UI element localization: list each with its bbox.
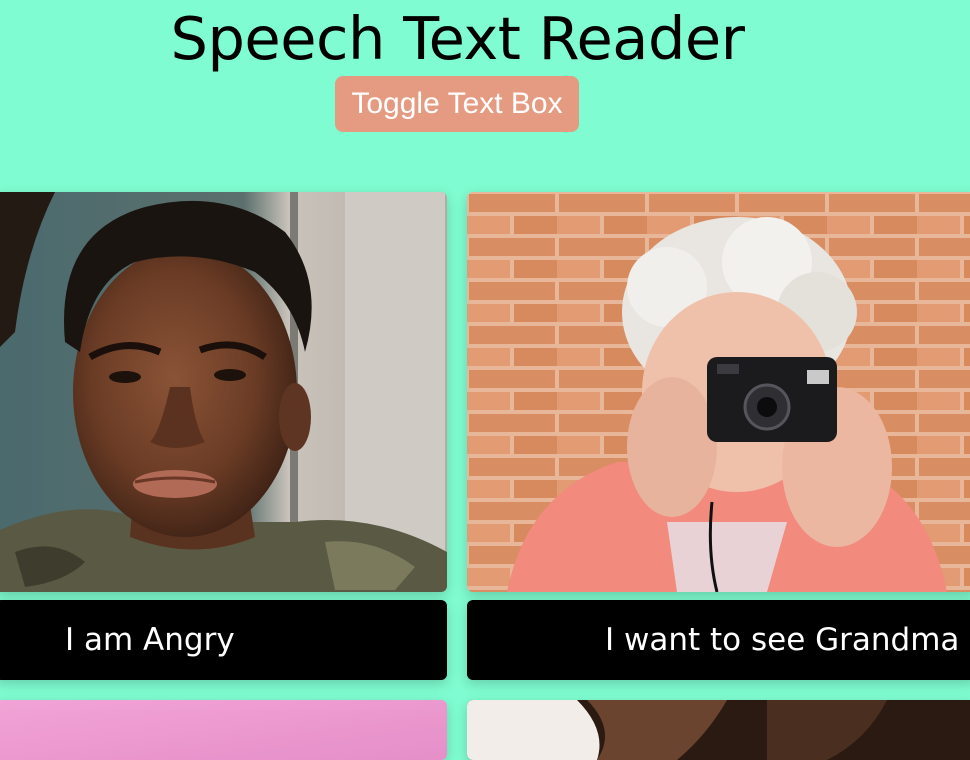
image-card-grandma[interactable]: [467, 192, 970, 592]
image-card-angry[interactable]: [0, 192, 447, 592]
image-card-4[interactable]: [467, 700, 970, 760]
face-closeup-photo: [467, 700, 970, 760]
caption-text: I am Angry: [65, 622, 235, 658]
caption-text: I want to see Grandma: [605, 622, 960, 658]
caption-grandma[interactable]: I want to see Grandma: [467, 600, 970, 680]
caption-angry[interactable]: I am Angry: [0, 600, 447, 680]
page-title: Speech Text Reader: [170, 4, 745, 73]
toggle-text-box-button[interactable]: Toggle Text Box: [335, 76, 579, 132]
image-card-3[interactable]: [0, 700, 447, 760]
grandma-camera-photo: [467, 192, 970, 592]
angry-boy-photo: [0, 192, 447, 592]
pink-photo: [0, 700, 447, 760]
